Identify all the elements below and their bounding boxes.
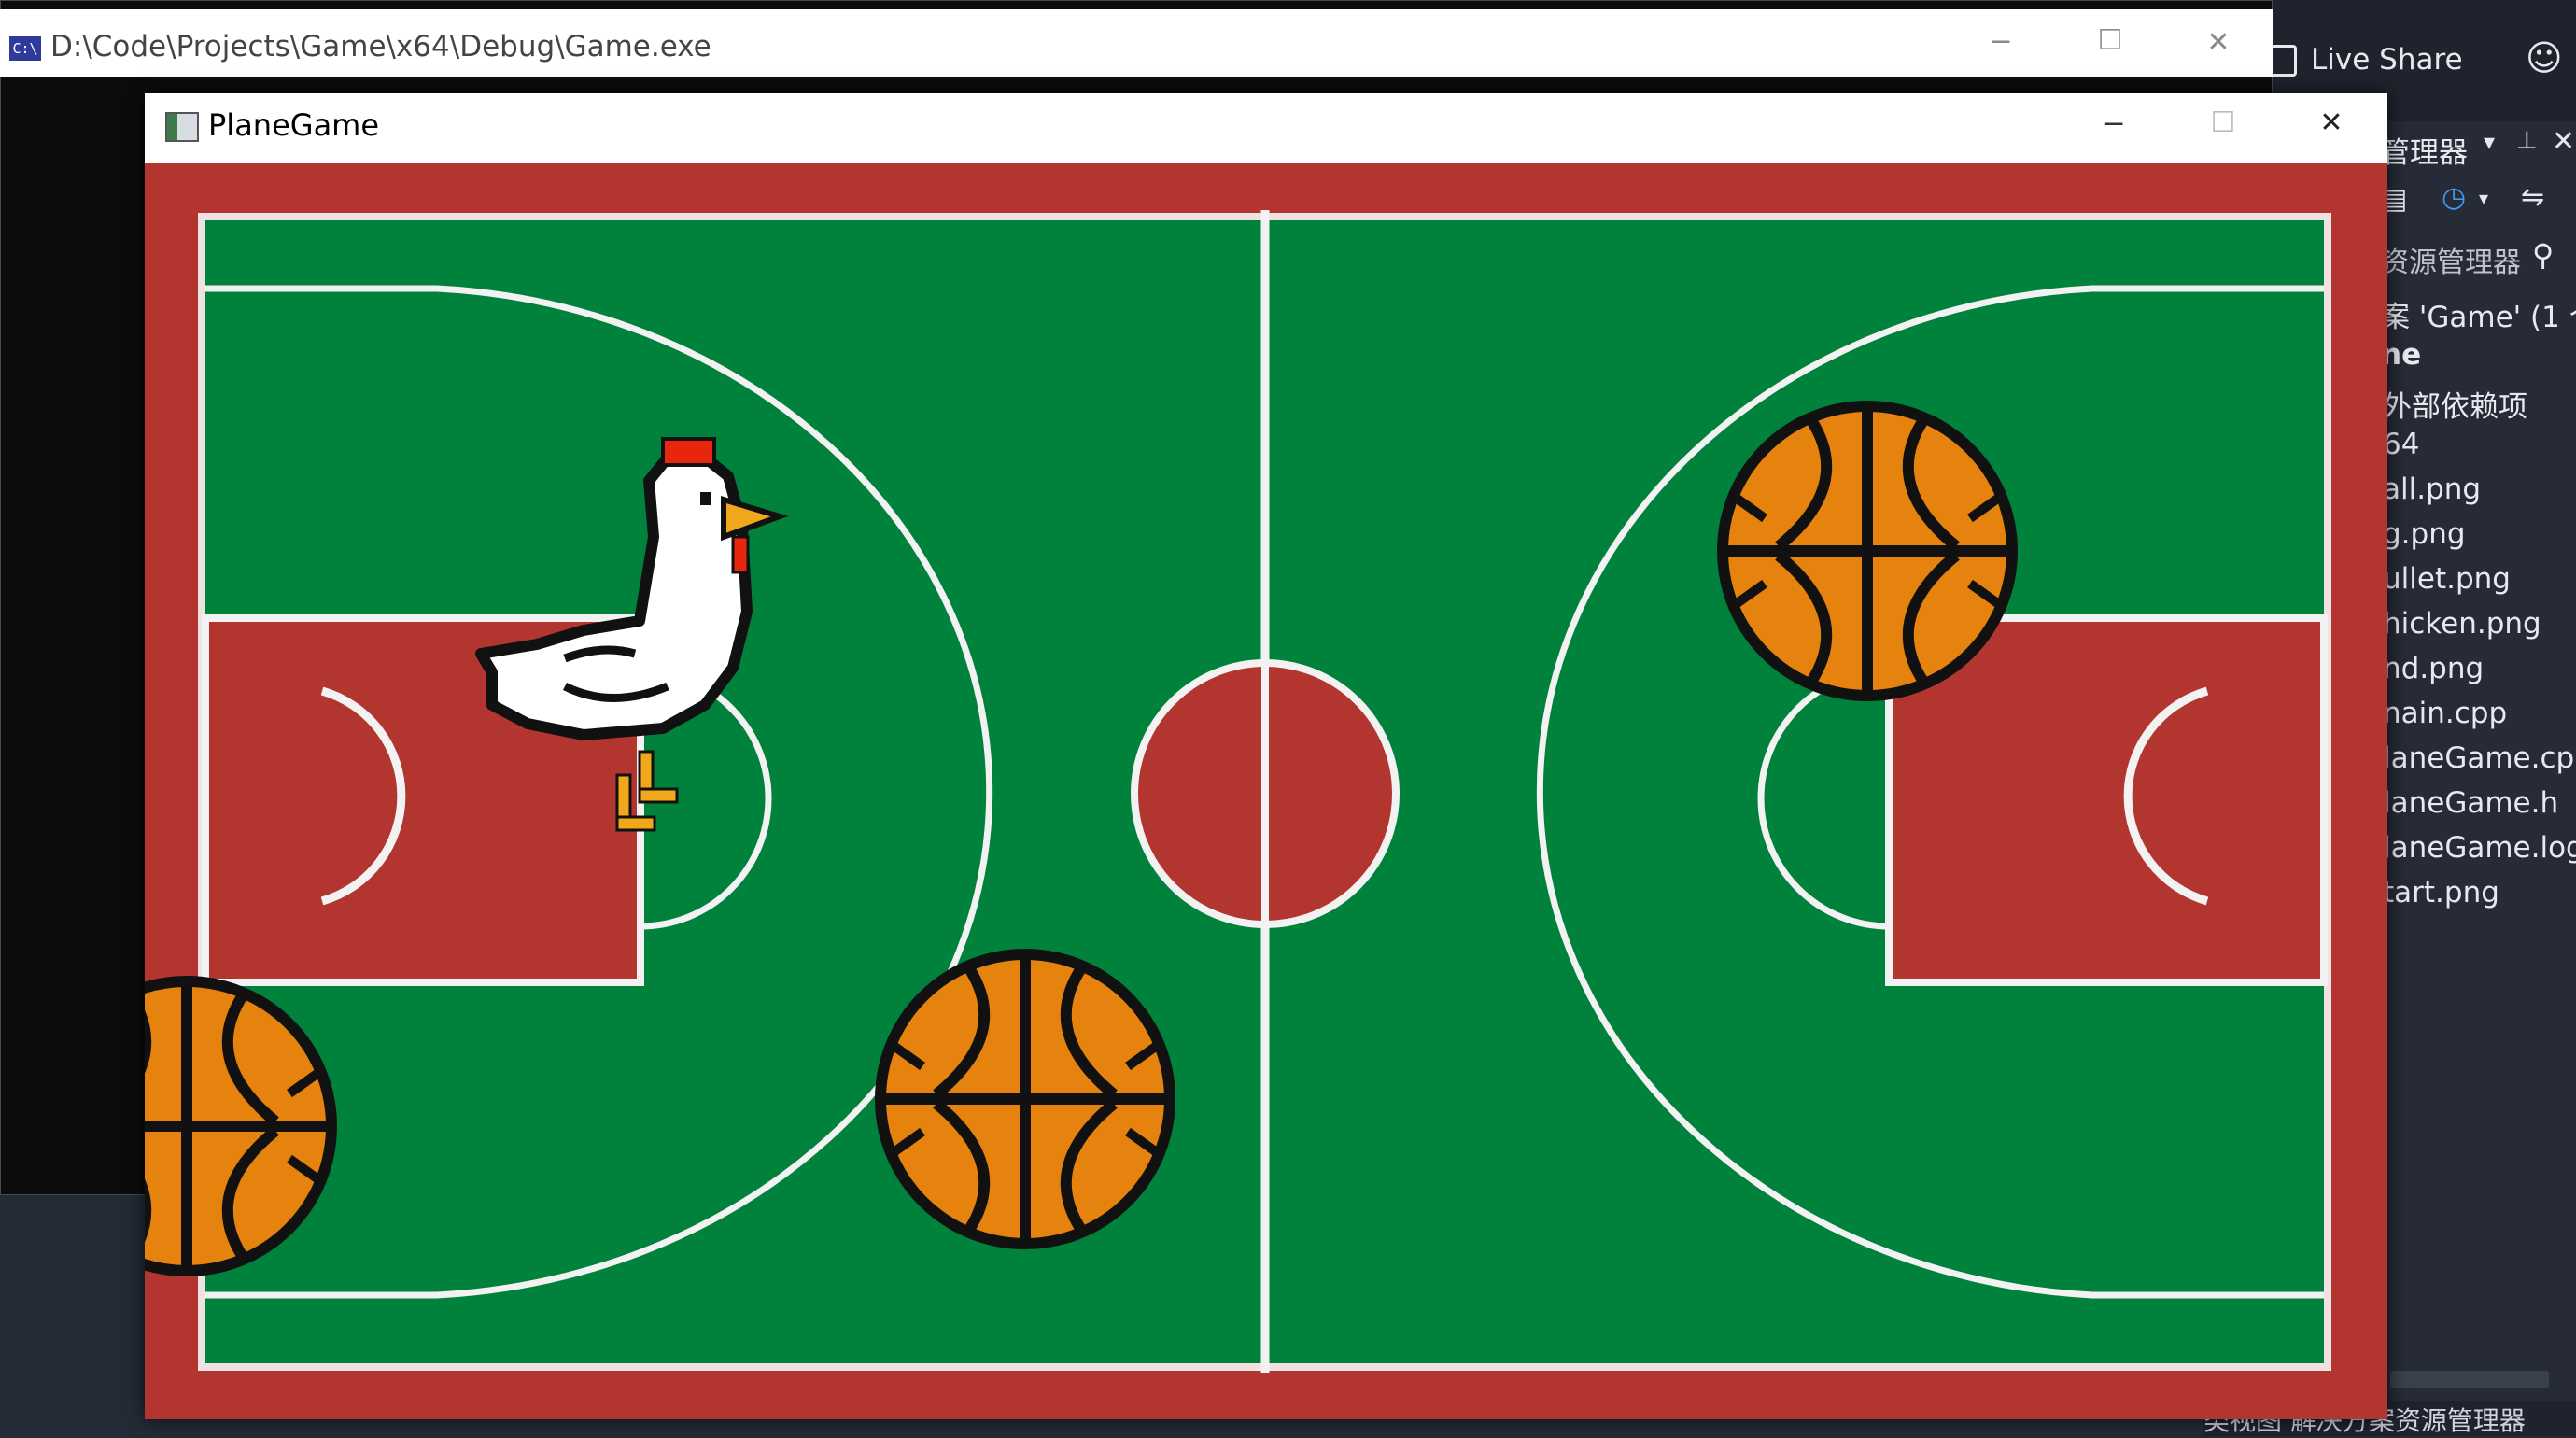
tree-item[interactable]: laneGame.log bbox=[2383, 831, 2576, 876]
console-close-button[interactable]: ✕ bbox=[2190, 26, 2246, 59]
search-icon[interactable]: ⚲ bbox=[2532, 237, 2554, 273]
horizontal-scrollbar[interactable] bbox=[2390, 1371, 2549, 1388]
tree-item[interactable]: g.png bbox=[2383, 517, 2576, 562]
tree-item[interactable]: tart.png bbox=[2383, 876, 2576, 921]
history-icon[interactable]: ◷ bbox=[2442, 181, 2466, 214]
console-titlebar[interactable]: C:\ D:\Code\Projects\Game\x64\Debug\Game… bbox=[0, 9, 2273, 77]
game-minimize-button[interactable]: ─ bbox=[2086, 108, 2142, 141]
panel-close-icon[interactable]: ✕ bbox=[2552, 125, 2575, 158]
solution-tree: 外部依赖项 64 all.png g.png ullet.png hicken.… bbox=[2383, 383, 2576, 921]
panel-title: 管理器 bbox=[2381, 136, 2468, 170]
basketball-sprite bbox=[880, 954, 1170, 1244]
console-maximize-button[interactable]: ☐ bbox=[2082, 24, 2138, 57]
game-window: PlaneGame ─ ☐ ✕ bbox=[145, 93, 2387, 1419]
tree-item[interactable]: ullet.png bbox=[2383, 562, 2576, 607]
basketball-sprite bbox=[1723, 406, 2012, 696]
tree-item[interactable]: all.png bbox=[2383, 472, 2576, 517]
panel-dropdown-icon[interactable]: ▾ bbox=[2484, 129, 2495, 155]
tree-item[interactable]: laneGame.cpp bbox=[2383, 741, 2576, 786]
tree-item[interactable]: 64 bbox=[2383, 428, 2576, 472]
tree-item[interactable]: laneGame.h bbox=[2383, 786, 2576, 831]
pin-icon[interactable]: ⊥ bbox=[2516, 127, 2538, 155]
console-app-icon: C:\ bbox=[9, 36, 41, 61]
game-close-button[interactable]: ✕ bbox=[2303, 106, 2359, 139]
tree-item[interactable]: 外部依赖项 bbox=[2383, 383, 2576, 428]
sync-icon[interactable]: ⇋ bbox=[2521, 181, 2544, 214]
game-canvas[interactable] bbox=[145, 163, 2387, 1419]
solution-node[interactable]: 案 'Game' (1 个项 bbox=[2381, 293, 2576, 335]
live-share-button[interactable]: Live Share bbox=[2311, 43, 2463, 77]
tree-item[interactable]: nd.png bbox=[2383, 652, 2576, 697]
feedback-icon[interactable]: ☺ bbox=[2526, 37, 2563, 78]
console-minimize-button[interactable]: ─ bbox=[1973, 26, 2029, 59]
console-window-title: D:\Code\Projects\Game\x64\Debug\Game.exe bbox=[50, 30, 711, 63]
game-app-icon bbox=[165, 112, 199, 142]
history-dropdown-icon[interactable]: ▾ bbox=[2479, 187, 2488, 209]
tree-item[interactable]: hicken.png bbox=[2383, 607, 2576, 652]
tree-item[interactable]: nain.cpp bbox=[2383, 697, 2576, 741]
share-icon[interactable] bbox=[2269, 45, 2297, 77]
search-box[interactable]: 资源管理器 bbox=[2381, 239, 2521, 280]
game-maximize-button[interactable]: ☐ bbox=[2195, 106, 2251, 139]
game-titlebar[interactable]: PlaneGame ─ ☐ ✕ bbox=[145, 93, 2387, 164]
game-window-title: PlaneGame bbox=[208, 107, 380, 143]
